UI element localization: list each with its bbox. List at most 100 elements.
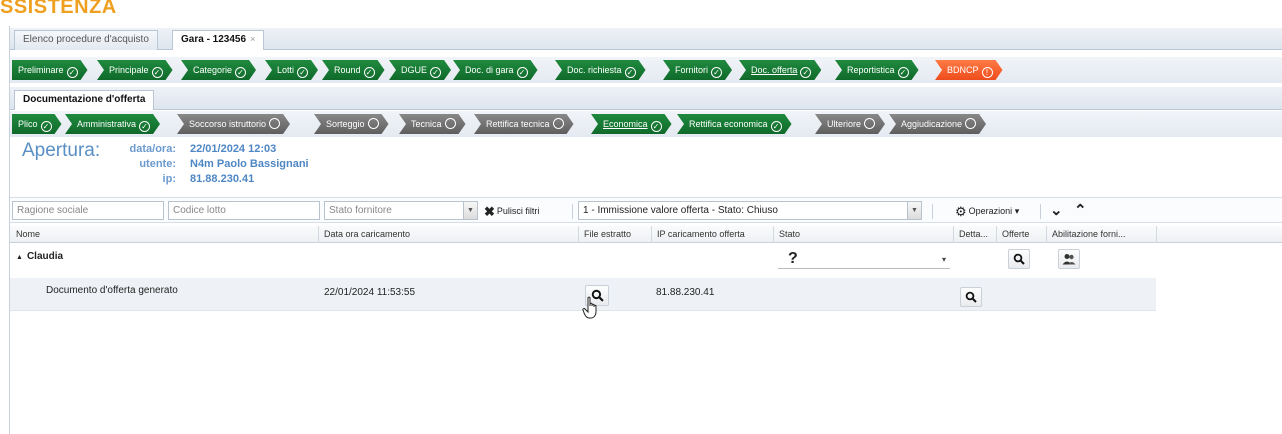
col-stato[interactable]: Stato xyxy=(779,229,800,239)
step-label: Categorie xyxy=(193,65,233,75)
step-ulteriore[interactable]: Ulteriore xyxy=(815,114,885,134)
caret-down-icon: ▾ xyxy=(1014,206,1020,216)
ragione-sociale-input[interactable]: Ragione sociale xyxy=(12,201,164,220)
step-aggiudicazione[interactable]: Aggiudicazione xyxy=(889,114,986,134)
step-doc-di-gara[interactable]: Doc. di gara ✓ xyxy=(453,60,538,80)
stato-select[interactable]: ? ▾ xyxy=(778,250,950,269)
abilitazione-users-button[interactable] xyxy=(1058,249,1080,269)
chevron-down-icon[interactable]: ▼ xyxy=(463,202,477,219)
expand-all-icon[interactable]: ⌄ xyxy=(1050,201,1063,219)
pending-circle-icon xyxy=(864,118,875,129)
pending-circle-icon xyxy=(368,118,379,129)
step-categorie[interactable]: Categorie ✓ xyxy=(181,60,256,80)
clear-filters-button[interactable]: ✖ Pulisci filtri xyxy=(484,204,539,220)
step-dgue[interactable]: DGUE ✓ xyxy=(389,60,451,80)
step-label: Lotti xyxy=(277,65,295,75)
step-label: DGUE xyxy=(401,65,428,75)
col-offerte[interactable]: Offerte xyxy=(1002,229,1029,239)
error-circle-icon: ! xyxy=(982,67,993,78)
tab-documentazione-offerta[interactable]: Documentazione d'offerta xyxy=(14,90,155,110)
search-icon xyxy=(965,291,977,303)
step-bdncp[interactable]: BDNCP! xyxy=(935,60,1003,80)
step-label: Reportistica xyxy=(847,65,895,75)
step-label: Rettifica tecnica xyxy=(486,119,550,129)
label-ip: ip: xyxy=(162,173,176,185)
step-label: Sorteggio xyxy=(326,119,365,129)
apertura-title: Apertura: xyxy=(22,140,101,161)
col-dettaglio[interactable]: Detta... xyxy=(959,229,988,239)
codice-lotto-input[interactable]: Codice lotto xyxy=(168,201,320,220)
offerte-search-button[interactable] xyxy=(1008,249,1030,269)
col-separator xyxy=(996,226,997,243)
step-amministrativa[interactable]: Amministrativa ✓ xyxy=(65,114,160,134)
stato-fornitore-select[interactable]: Stato fornitore ▼ xyxy=(324,201,478,220)
step-soccorso-istruttorio[interactable]: Soccorso istruttorio xyxy=(177,114,290,134)
check-circle-icon: ✓ xyxy=(152,67,163,78)
step-tecnica[interactable]: Tecnica xyxy=(399,114,466,134)
sub-tabbar: Documentazione d'offerta xyxy=(10,87,1282,110)
col-file-estratto[interactable]: File estratto xyxy=(584,229,631,239)
step-doc-richiesta[interactable]: Doc. richiesta ✓ xyxy=(555,60,646,80)
value-utente: N4m Paolo Bassignani xyxy=(190,158,309,170)
col-data-ora[interactable]: Data ora caricamento xyxy=(324,229,410,239)
brand-logo-text: SSISTENZA xyxy=(0,0,117,18)
cell-data-ora: 22/01/2024 11:53:55 xyxy=(324,287,416,298)
step-label: Preliminare xyxy=(18,65,64,75)
step-economica[interactable]: Economica ✓ xyxy=(591,114,672,134)
col-separator xyxy=(1156,226,1157,243)
col-separator xyxy=(1046,226,1047,243)
close-icon[interactable]: × xyxy=(250,34,255,44)
step-label: Soccorso istruttorio xyxy=(189,119,267,129)
tab-label: Gara - 123456 xyxy=(181,34,247,45)
col-nome[interactable]: Nome xyxy=(16,229,40,239)
check-circle-icon: ✓ xyxy=(41,121,52,132)
label-utente: utente: xyxy=(139,158,176,170)
tab-label: Elenco procedure d'acquisto xyxy=(23,34,149,45)
tab-elenco-procedure[interactable]: Elenco procedure d'acquisto xyxy=(14,30,158,50)
check-circle-icon: ✓ xyxy=(517,67,528,78)
step-principale[interactable]: Principale ✓ xyxy=(97,60,173,80)
step-label: Doc. richiesta xyxy=(567,65,622,75)
collapse-all-icon[interactable]: ⌃ xyxy=(1074,201,1087,219)
stato-fornitore-placeholder: Stato fornitore xyxy=(329,205,392,216)
step-label: Fornitori xyxy=(675,65,709,75)
dettaglio-search-button[interactable] xyxy=(960,287,982,307)
top-tabbar: Elenco procedure d'acquisto Gara - 12345… xyxy=(10,28,1282,50)
step-label: BDNCP xyxy=(947,65,979,75)
step-sorteggio[interactable]: Sorteggio xyxy=(314,114,389,134)
check-circle-icon: ✓ xyxy=(771,121,782,132)
step-rettifica-tecnica[interactable]: Rettifica tecnica xyxy=(474,114,574,134)
step-label: Amministrativa xyxy=(77,119,137,129)
step-label: Plico xyxy=(18,119,38,129)
chevron-down-icon[interactable]: ▼ xyxy=(907,202,921,219)
round-select[interactable]: 1 - Immissione valore offerta - Stato: C… xyxy=(578,201,922,220)
step-round[interactable]: Round ✓ xyxy=(322,60,385,80)
operazioni-menu-button[interactable]: ⚙ Operazioni ▾ xyxy=(955,204,1019,220)
step-label: Ulteriore xyxy=(827,119,862,129)
round-select-value: 1 - Immissione valore offerta - Stato: C… xyxy=(583,205,778,216)
step-rettifica-economica[interactable]: Rettifica economica ✓ xyxy=(677,114,792,134)
col-abilitazione[interactable]: Abilitazione forni... xyxy=(1052,229,1126,239)
step-doc-offerta[interactable]: Doc. offerta ✓ xyxy=(739,60,821,80)
check-circle-icon: ✓ xyxy=(235,67,246,78)
step-reportistica[interactable]: Reportistica ✓ xyxy=(835,60,919,80)
step-plico[interactable]: Plico ✓ xyxy=(12,114,62,134)
col-ip-caricamento[interactable]: IP caricamento offerta xyxy=(657,229,745,239)
col-separator xyxy=(773,226,774,243)
step-lotti[interactable]: Lotti ✓ xyxy=(265,60,318,80)
check-circle-icon: ✓ xyxy=(364,67,375,78)
check-circle-icon: ✓ xyxy=(139,121,150,132)
group-name-label: Claudia xyxy=(26,251,64,262)
step-preliminare[interactable]: Preliminare ✓ xyxy=(12,60,88,80)
tab-gara[interactable]: Gara - 123456 × xyxy=(172,30,265,50)
step-fornitori[interactable]: Fornitori ✓ xyxy=(663,60,732,80)
sub-step-bar: Plico ✓ Amministrativa ✓ Soccorso istrutto… xyxy=(10,111,1282,137)
clear-x-icon: ✖ xyxy=(484,204,495,219)
pending-circle-icon xyxy=(553,118,564,129)
filter-toolbar: Ragione sociale Codice lotto Stato forni… xyxy=(10,197,1282,223)
group-row-claudia[interactable]: ▲ Claudia xyxy=(10,245,1156,273)
collapse-triangle-icon[interactable]: ▲ xyxy=(16,254,23,261)
col-separator xyxy=(953,226,954,243)
check-circle-icon: ✓ xyxy=(800,67,811,78)
check-circle-icon: ✓ xyxy=(651,121,662,132)
